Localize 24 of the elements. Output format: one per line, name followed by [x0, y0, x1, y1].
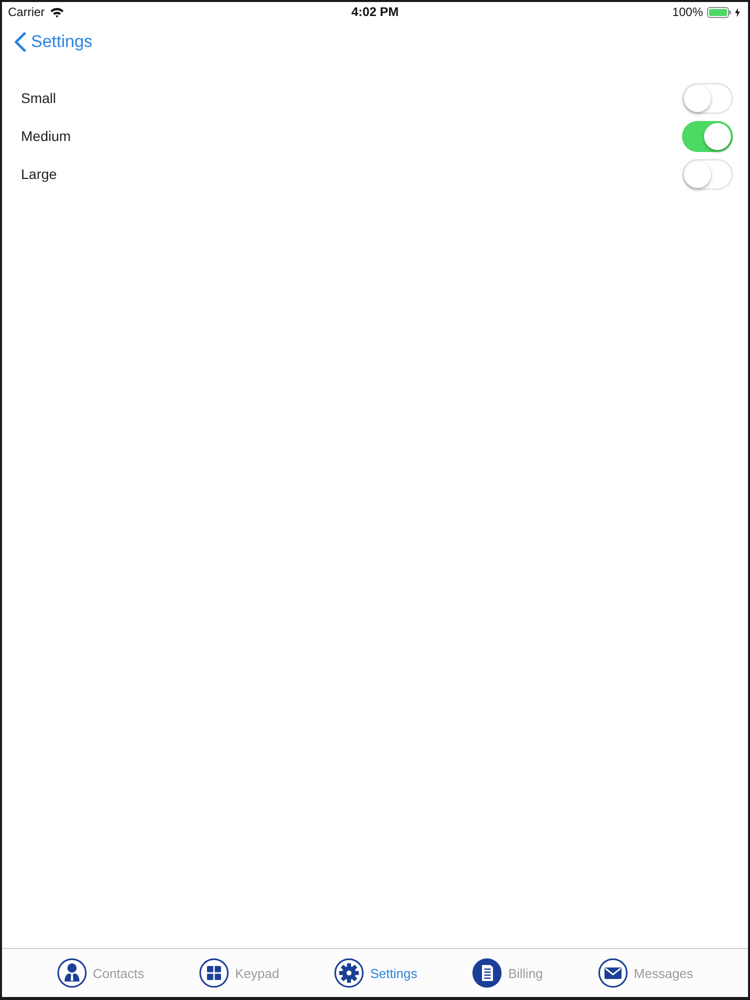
gear-icon: [334, 958, 364, 988]
tab-button[interactable]: Messages: [598, 958, 694, 988]
time-label: 4:02 PM: [351, 5, 399, 19]
tab-button[interactable]: Contacts: [56, 958, 144, 988]
toggle-switch[interactable]: [682, 120, 733, 152]
tab-button[interactable]: Keypad: [199, 958, 280, 988]
back-button[interactable]: Settings: [14, 32, 92, 52]
tab-button[interactable]: Settings: [334, 958, 418, 988]
toggle-switch[interactable]: [682, 158, 733, 190]
chevron-left-icon: [14, 32, 26, 52]
envelope-icon: [598, 958, 628, 988]
charging-icon: [735, 8, 740, 16]
wifi-icon: [50, 6, 64, 18]
person-icon: [56, 958, 87, 988]
option-label: Medium: [21, 128, 71, 144]
tab-button[interactable]: Billing: [472, 958, 543, 988]
toggle-switch[interactable]: [682, 82, 733, 114]
grid-icon: [199, 958, 230, 988]
carrier-label: Carrier: [8, 5, 45, 19]
option-label: Large: [21, 166, 57, 182]
document-icon: [472, 958, 502, 988]
battery-percentage: 100%: [672, 5, 703, 19]
option-label: Small: [21, 90, 56, 106]
battery-icon: [707, 6, 731, 18]
